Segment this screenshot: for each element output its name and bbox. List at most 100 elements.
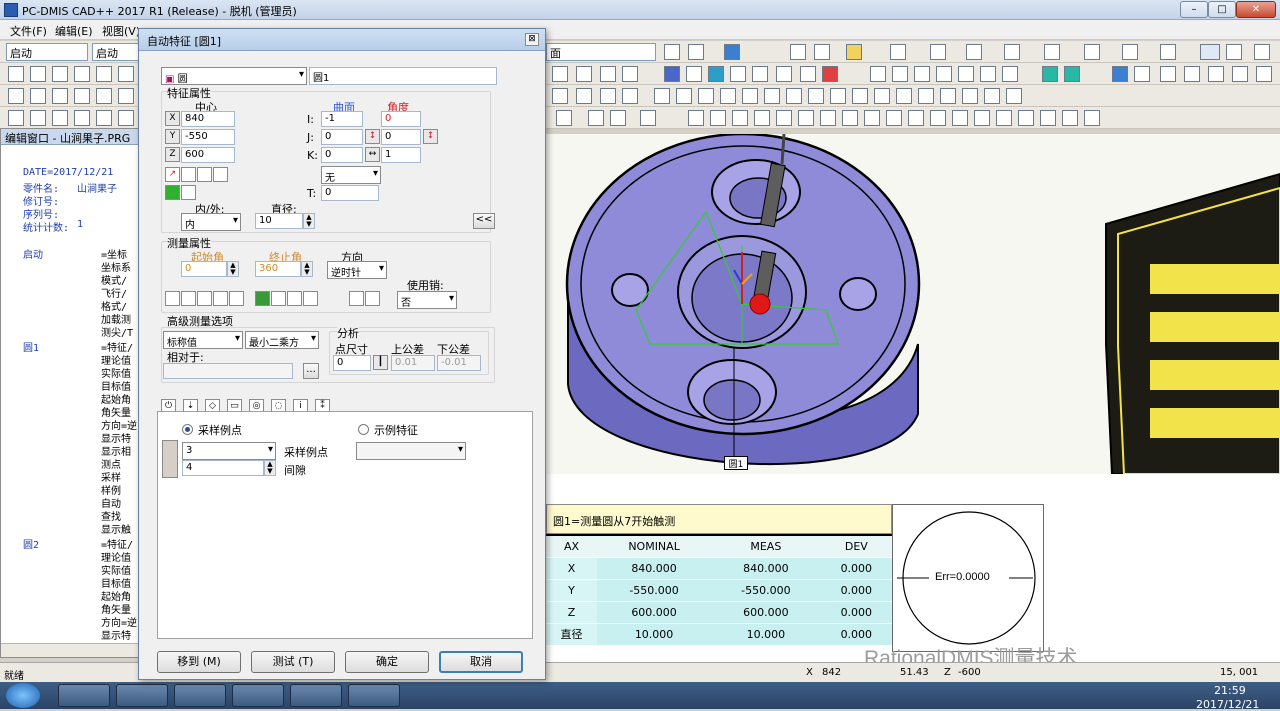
oval2-icon[interactable] — [1006, 88, 1022, 104]
vector-tool-icon[interactable]: ↗ — [165, 167, 180, 182]
cylinder-icon[interactable] — [742, 88, 758, 104]
incline-icon[interactable] — [1040, 110, 1056, 126]
line-tool-icon[interactable] — [588, 110, 604, 126]
ok-button[interactable]: 确定 — [345, 651, 429, 673]
line-icon[interactable] — [966, 44, 982, 60]
dimension-icon[interactable] — [1044, 44, 1060, 60]
snap-icon[interactable] — [255, 291, 270, 306]
taskbar-app-calculator[interactable] — [174, 684, 226, 707]
point-size-field[interactable]: 0 — [333, 355, 371, 371]
grid2-icon[interactable] — [1254, 44, 1270, 60]
slant2-icon[interactable] — [864, 110, 880, 126]
draw4-icon[interactable] — [622, 88, 638, 104]
tolerance-toggle-icon[interactable]: ┃ — [373, 355, 388, 370]
align-icon[interactable] — [1004, 44, 1020, 60]
nominal-combo[interactable]: 标称值 — [163, 331, 243, 349]
direction-combo[interactable]: 逆时针 — [327, 261, 387, 279]
runout-icon[interactable] — [1062, 110, 1078, 126]
code-line[interactable]: 显示触 — [101, 521, 131, 536]
maximize-button[interactable]: □ — [1208, 1, 1236, 18]
view-top-icon[interactable] — [958, 66, 974, 82]
vector-pick-icon[interactable] — [349, 291, 364, 306]
view-mode-icon[interactable] — [724, 44, 740, 60]
construct2-icon[interactable] — [30, 110, 46, 126]
frame-icon[interactable] — [800, 66, 816, 82]
arrow2-icon[interactable] — [698, 88, 714, 104]
comment-icon[interactable] — [790, 44, 806, 60]
wave-icon[interactable] — [654, 88, 670, 104]
target2-icon[interactable] — [732, 110, 748, 126]
feature2-icon[interactable] — [30, 88, 46, 104]
solid-view-2-icon[interactable] — [1064, 66, 1080, 82]
flip-j-icon[interactable]: ↕ — [365, 129, 380, 144]
construct3-icon[interactable] — [52, 110, 68, 126]
text-a-icon[interactable] — [640, 110, 656, 126]
sample-count-combo[interactable]: 3 — [182, 442, 276, 460]
play-icon[interactable] — [1160, 44, 1176, 60]
view-bottom-icon[interactable] — [980, 66, 996, 82]
taskbar-app-other[interactable] — [348, 684, 400, 707]
sphere2-icon[interactable] — [786, 88, 802, 104]
point-icon[interactable] — [890, 44, 906, 60]
feature-label-tag[interactable]: 圆1 — [724, 456, 748, 470]
camera-icon[interactable] — [708, 66, 724, 82]
ellipse-icon[interactable] — [918, 88, 934, 104]
start-angle-field[interactable]: 0 — [181, 261, 227, 277]
center-z-field[interactable]: 600 — [181, 147, 235, 163]
diameter-field[interactable]: 10 — [255, 213, 303, 229]
probe-icon[interactable] — [846, 44, 862, 60]
code-line[interactable]: 测尖/T — [101, 324, 133, 339]
corner-icon[interactable] — [852, 88, 868, 104]
flip-angle-icon[interactable]: ↕ — [423, 129, 438, 144]
arc-icon[interactable] — [1018, 110, 1034, 126]
angle-k-field[interactable]: 1 — [381, 147, 421, 163]
vector-pick2-icon[interactable] — [365, 291, 380, 306]
gap-spinner[interactable]: ▲ ▼ — [264, 460, 276, 476]
path-icon[interactable] — [271, 291, 286, 306]
brush-icon[interactable] — [600, 66, 616, 82]
probe-options2-icon[interactable] — [181, 291, 196, 306]
code-line[interactable]: DATE=2017/12/21 — [23, 167, 113, 178]
open-icon[interactable] — [30, 66, 46, 82]
diameter-spinner[interactable]: ▲ ▼ — [303, 213, 315, 229]
menu-view[interactable]: 视图(V) — [102, 23, 140, 39]
probe-options5-icon[interactable] — [229, 291, 244, 306]
menu-edit[interactable]: 编辑(E) — [55, 23, 93, 39]
draw3-icon[interactable] — [600, 88, 616, 104]
perp-icon[interactable] — [886, 110, 902, 126]
measure-tool-icon[interactable] — [181, 185, 196, 200]
menu-file[interactable]: 文件(F) — [10, 23, 47, 39]
view-front-icon[interactable] — [870, 66, 886, 82]
draw2-icon[interactable] — [576, 88, 592, 104]
feature-name-field[interactable]: 圆1 — [309, 67, 497, 85]
curve5-icon[interactable] — [1232, 66, 1248, 82]
construct5-icon[interactable] — [96, 110, 112, 126]
ruler-icon[interactable] — [686, 66, 702, 82]
layers-icon[interactable] — [730, 66, 746, 82]
probe-options-icon[interactable] — [165, 291, 180, 306]
relative-to-field[interactable] — [163, 363, 293, 379]
gap-field[interactable]: 4 — [182, 460, 264, 476]
point-tool-icon[interactable] — [181, 167, 196, 182]
plane-icon[interactable] — [930, 44, 946, 60]
curve3-icon[interactable] — [1184, 66, 1200, 82]
view-left-icon[interactable] — [914, 66, 930, 82]
sphere-icon[interactable] — [664, 66, 680, 82]
angle2-icon[interactable] — [952, 110, 968, 126]
solid-view-icon[interactable] — [1042, 66, 1058, 82]
path2-icon[interactable] — [287, 291, 302, 306]
pen-icon[interactable] — [776, 66, 792, 82]
print-icon[interactable] — [74, 66, 90, 82]
grid-tool-icon[interactable] — [213, 167, 228, 182]
sample-feature-combo[interactable] — [356, 442, 466, 460]
parallel-icon[interactable] — [908, 110, 924, 126]
grid-icon[interactable] — [1226, 44, 1242, 60]
green-action-icon[interactable] — [165, 185, 180, 200]
vector-k-field[interactable]: 0 — [321, 147, 363, 163]
drop-icon[interactable] — [874, 88, 890, 104]
angle-icon[interactable] — [930, 110, 946, 126]
angle-i-field[interactable]: 0 — [381, 111, 421, 127]
code-block-label[interactable]: 圆1 — [23, 339, 39, 354]
vector-j-field[interactable]: 0 — [321, 129, 363, 145]
cad-viewport[interactable]: 圆1 — [546, 134, 1280, 474]
